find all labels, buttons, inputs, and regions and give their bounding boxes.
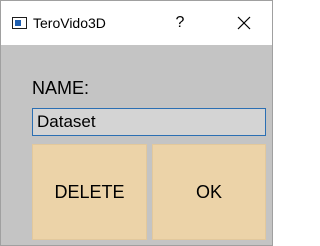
delete-button[interactable]: DELETE xyxy=(32,144,147,240)
app-window-icon xyxy=(12,17,27,29)
title-bar[interactable]: TeroVido3D ? xyxy=(1,1,272,45)
name-label: NAME: xyxy=(32,78,90,98)
ok-button[interactable]: OK xyxy=(152,144,266,240)
dialog-window: TeroVido3D ? NAME: DELETE OK xyxy=(0,0,273,246)
name-input[interactable] xyxy=(32,108,266,136)
help-button[interactable]: ? xyxy=(166,9,194,37)
close-button[interactable] xyxy=(229,9,259,37)
close-icon xyxy=(237,16,251,30)
window-title: TeroVido3D xyxy=(33,15,106,31)
